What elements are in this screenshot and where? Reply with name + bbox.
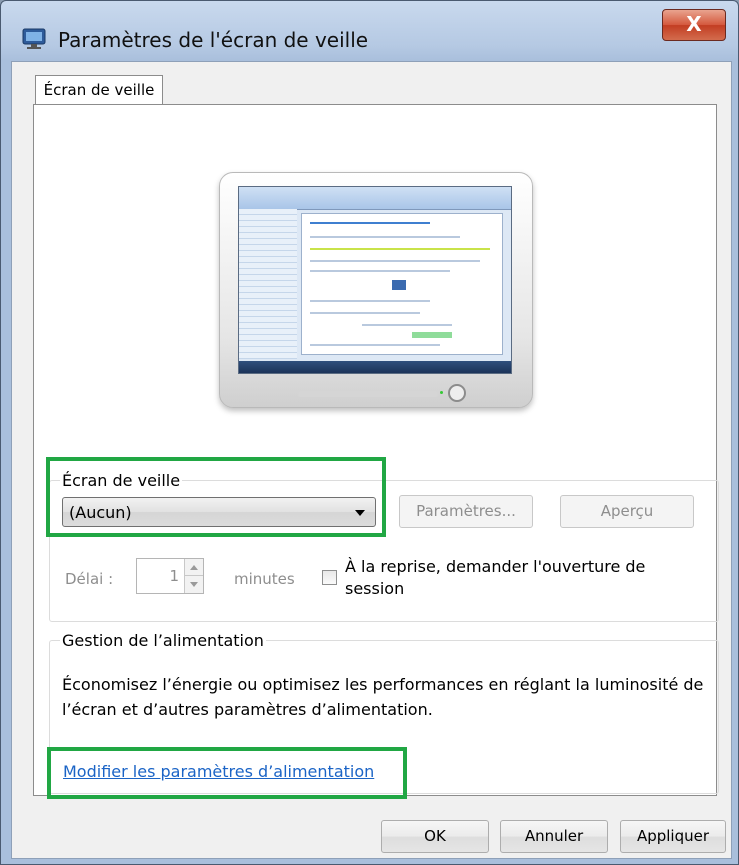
arrow-down-icon [190, 582, 198, 587]
preview-screen [238, 186, 512, 374]
preview-button[interactable]: Aperçu [560, 495, 694, 528]
highlight-power-link [47, 747, 407, 799]
resume-password-label[interactable]: À la reprise, demander l'ouverture de se… [345, 556, 685, 600]
preview-ribbon [239, 187, 511, 210]
window-title: Paramètres de l'écran de veille [58, 28, 369, 52]
power-button-icon [448, 384, 466, 402]
spin-down-button[interactable] [185, 576, 203, 593]
delay-label: Délai : [65, 570, 114, 588]
spin-up-button[interactable] [185, 559, 203, 576]
dialog-body: Écran de veille Écran de veille (Aucun) … [11, 61, 732, 859]
apply-button[interactable]: Appliquer [620, 820, 726, 853]
preview-document [301, 213, 503, 355]
power-group-label: Gestion de l’alimentation [60, 631, 266, 650]
delay-stepper[interactable]: 1 [136, 558, 204, 594]
tab-ecran-de-veille[interactable]: Écran de veille [35, 75, 163, 106]
arrow-up-icon [190, 565, 198, 570]
delay-value: 1 [169, 567, 179, 585]
title-bar[interactable]: Paramètres de l'écran de veille X [1, 1, 738, 61]
ok-button[interactable]: OK [381, 820, 489, 853]
monitor-slot [298, 391, 438, 397]
monitor-preview-icon [219, 172, 533, 408]
preview-taskbar [239, 361, 511, 373]
resume-password-checkbox[interactable] [322, 570, 337, 585]
spin-buttons [184, 559, 203, 593]
power-description: Économisez l’énergie ou optimisez les pe… [62, 675, 704, 719]
cancel-button[interactable]: Annuler [500, 820, 608, 853]
power-led [440, 391, 443, 394]
dialog-window: Paramètres de l'écran de veille X Écran … [0, 0, 739, 865]
settings-button[interactable]: Paramètres... [399, 495, 533, 528]
display-settings-icon [22, 28, 46, 49]
preview-sidebar [239, 209, 297, 359]
highlight-screensaver-select [46, 457, 386, 537]
minutes-label: minutes [234, 570, 295, 588]
close-button[interactable]: X [662, 9, 726, 41]
